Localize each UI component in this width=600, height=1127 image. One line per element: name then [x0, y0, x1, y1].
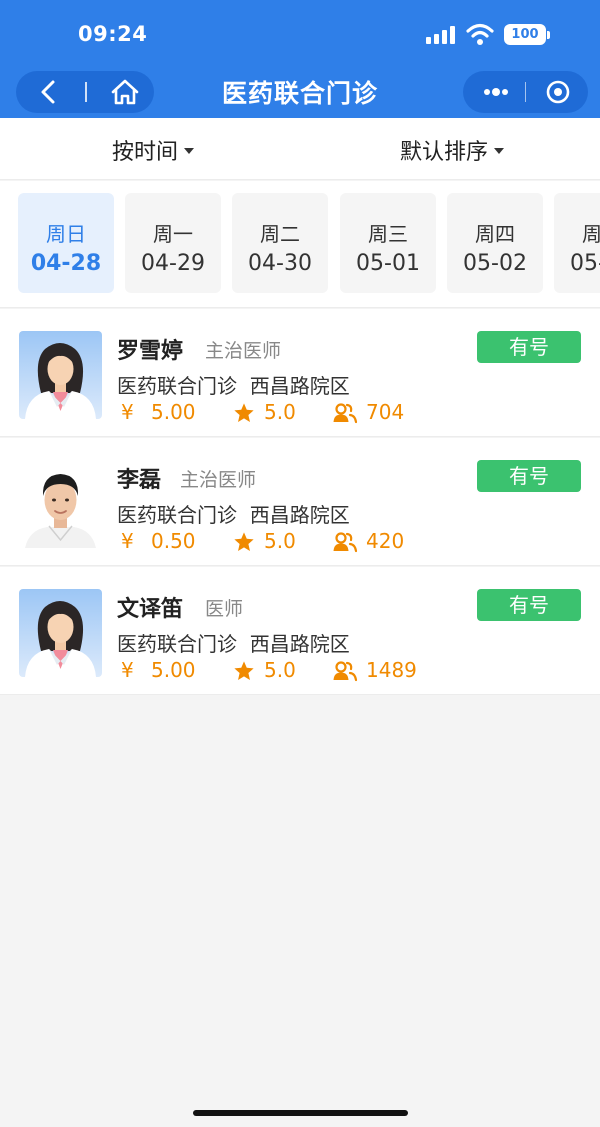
- price-value: 5.00: [151, 400, 196, 424]
- wifi-icon: [466, 22, 494, 46]
- doctor-hospital: 医药联合门诊 西昌路院区: [117, 370, 350, 399]
- time-filter-dropdown[interactable]: 按时间: [112, 134, 195, 166]
- price-value: 5.00: [151, 658, 196, 682]
- doctor-card[interactable]: 文译笛 医师 医药联合门诊 西昌路院区 ¥5.00 5.0 1489 有号: [0, 567, 600, 695]
- date-weekday: 周五: [582, 222, 600, 246]
- patients-value: 1489: [366, 658, 417, 682]
- close-button[interactable]: [527, 71, 588, 113]
- more-dots-icon: [484, 88, 508, 96]
- target-circle-icon: [546, 80, 570, 104]
- date-weekday: 周一: [153, 222, 193, 246]
- sort-dropdown[interactable]: 默认排序: [400, 134, 505, 166]
- date-cell[interactable]: 周二 04-30: [232, 193, 328, 293]
- more-button[interactable]: [463, 71, 525, 113]
- app-header: 09:24 100 医药联合门诊: [0, 0, 600, 118]
- doctor-avatar: [19, 331, 102, 419]
- female-doctor-avatar-icon: [19, 589, 102, 677]
- date-weekday: 周三: [368, 222, 408, 246]
- doctor-title: 主治医师: [205, 340, 282, 362]
- date-cell[interactable]: 周一 04-29: [125, 193, 221, 293]
- date-weekday: 周日: [46, 222, 86, 246]
- price-value: 0.50: [151, 529, 196, 553]
- hospital-name: 医药联合门诊: [117, 374, 237, 398]
- capsule-divider: [525, 82, 526, 102]
- patients-value: 420: [366, 529, 405, 553]
- male-doctor-photo-icon: [19, 460, 102, 548]
- signal-icon: [426, 26, 458, 44]
- campus-name: 西昌路院区: [249, 374, 350, 398]
- date-value: 05-01: [356, 251, 420, 276]
- campus-name: 西昌路院区: [249, 503, 350, 527]
- date-value: 04-30: [248, 251, 312, 276]
- date-value: 04-28: [30, 251, 102, 276]
- yen-icon: ¥: [121, 400, 134, 424]
- doctor-card[interactable]: 李磊 主治医师 医药联合门诊 西昌路院区 ¥0.50 5.0 420 有号: [0, 438, 600, 566]
- star-icon: [234, 403, 254, 422]
- caret-down-icon: [184, 148, 195, 154]
- doctor-title: 医师: [205, 598, 244, 620]
- hospital-name: 医药联合门诊: [117, 503, 237, 527]
- date-value: 04-29: [141, 251, 205, 276]
- date-cell[interactable]: 周三 05-01: [340, 193, 436, 293]
- date-selector: 周日 04-28 周一 04-29 周二 04-30 周三 05-01 周四 0…: [0, 181, 600, 308]
- female-doctor-avatar-icon: [19, 331, 102, 419]
- nav-capsule-right: [463, 71, 588, 113]
- people-icon: [333, 661, 358, 682]
- patients-value: 704: [366, 400, 405, 424]
- hospital-name: 医药联合门诊: [117, 632, 237, 656]
- availability-badge[interactable]: 有号: [477, 331, 581, 363]
- star-icon: [234, 532, 254, 551]
- date-cell[interactable]: 周四 05-02: [447, 193, 543, 293]
- yen-icon: ¥: [121, 658, 134, 682]
- doctor-title: 主治医师: [180, 469, 257, 491]
- people-icon: [333, 532, 358, 553]
- sort-label: 默认排序: [400, 140, 489, 165]
- caret-down-icon: [494, 148, 505, 154]
- availability-badge[interactable]: 有号: [477, 460, 581, 492]
- date-value: 05-03: [570, 251, 600, 276]
- date-cell[interactable]: 周五 05-03: [554, 193, 600, 293]
- doctor-avatar: [19, 460, 102, 548]
- doctor-hospital: 医药联合门诊 西昌路院区: [117, 499, 350, 528]
- availability-badge[interactable]: 有号: [477, 589, 581, 621]
- date-weekday: 周二: [260, 222, 300, 246]
- doctor-name: 罗雪婷: [117, 339, 184, 364]
- status-time: 09:24: [78, 22, 148, 46]
- doctor-avatar: [19, 589, 102, 677]
- date-value: 05-02: [463, 251, 527, 276]
- people-icon: [333, 403, 358, 424]
- date-weekday: 周四: [475, 222, 515, 246]
- date-cell[interactable]: 周日 04-28: [18, 193, 114, 293]
- battery-indicator: 100: [504, 24, 550, 45]
- doctor-name: 文译笛: [117, 597, 184, 622]
- rating-value: 5.0: [264, 529, 296, 553]
- doctor-card[interactable]: 罗雪婷 主治医师 医药联合门诊 西昌路院区 ¥5.00 5.0 704 有号: [0, 309, 600, 437]
- time-filter-label: 按时间: [112, 140, 179, 165]
- status-bar: 09:24 100: [0, 0, 600, 70]
- rating-value: 5.0: [264, 400, 296, 424]
- star-icon: [234, 661, 254, 680]
- filter-bar: 按时间 默认排序: [0, 118, 600, 180]
- rating-value: 5.0: [264, 658, 296, 682]
- doctor-hospital: 医药联合门诊 西昌路院区: [117, 628, 350, 657]
- doctor-name: 李磊: [117, 468, 162, 493]
- campus-name: 西昌路院区: [249, 632, 350, 656]
- yen-icon: ¥: [121, 529, 134, 553]
- home-indicator[interactable]: [193, 1110, 408, 1116]
